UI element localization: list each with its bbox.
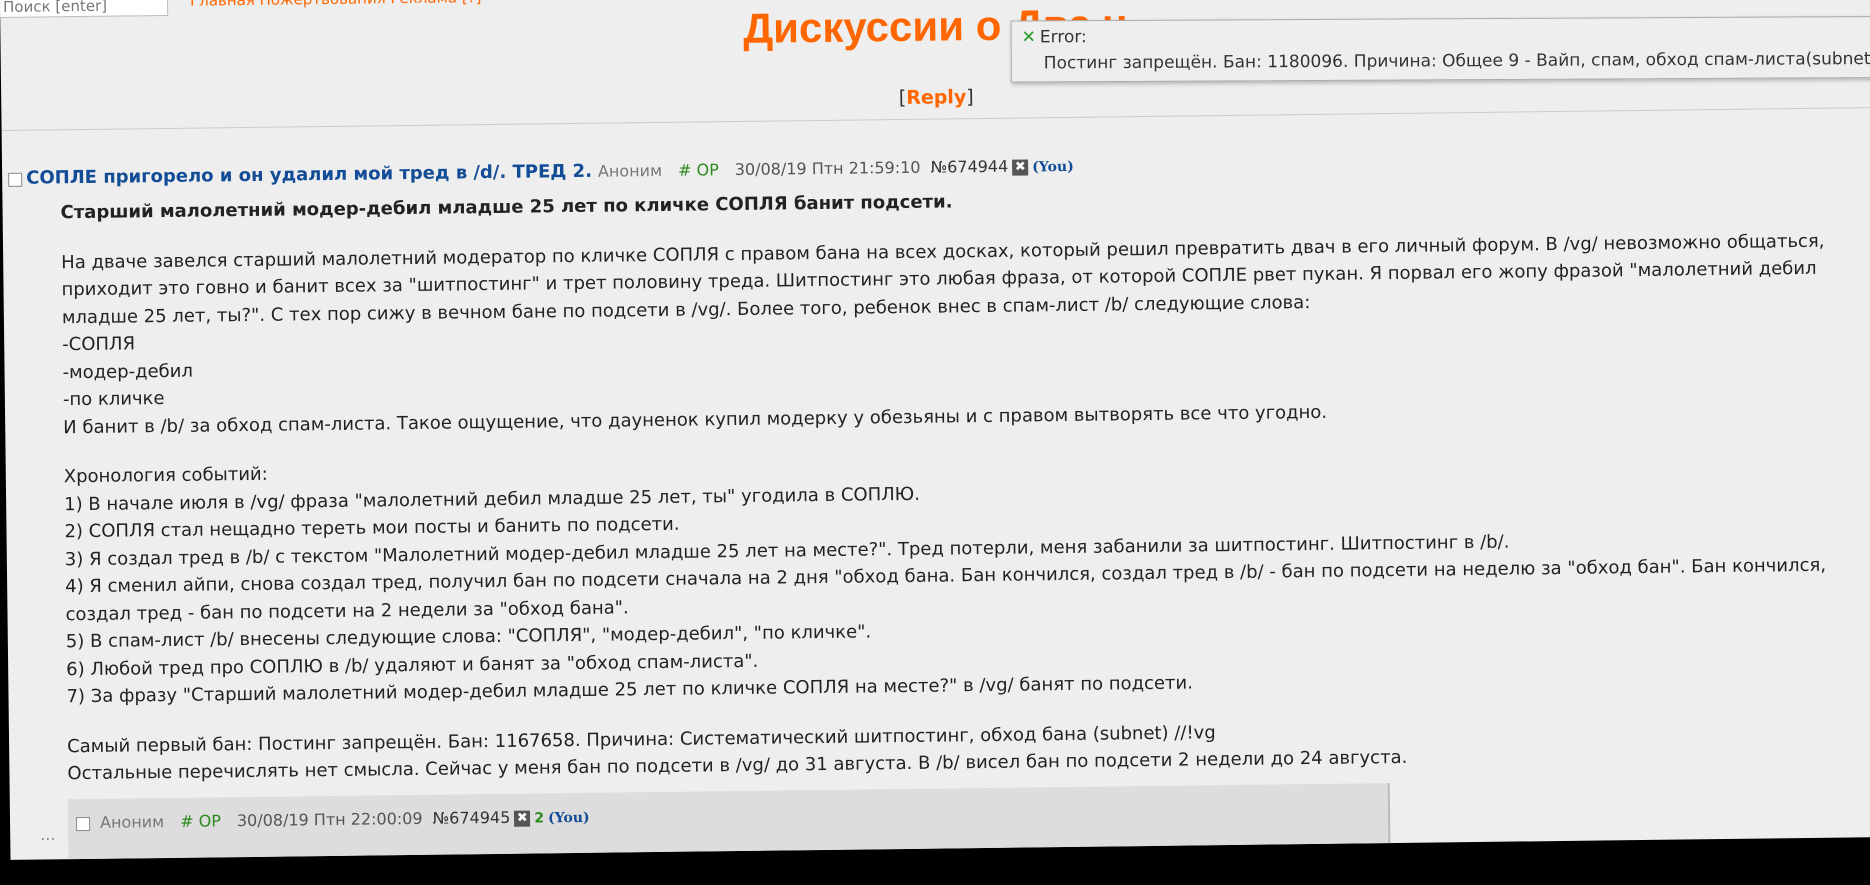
reply-link[interactable]: Reply <box>906 86 966 109</box>
reply-count: 2 <box>534 810 545 827</box>
post-date: 30/08/19 Птн 21:59:10 <box>734 157 921 180</box>
error-popup: ✕ Error: Постинг запрещён. Бан: 1180096. … <box>1010 15 1870 83</box>
op-post-body: Старший малолетний модер-дебил младше 25… <box>60 178 1847 788</box>
page: Поиск [enter] Главная Пожертвования Рекл… <box>0 0 1870 860</box>
post-checkbox[interactable] <box>75 816 91 831</box>
close-icon[interactable]: ✕ <box>1022 27 1036 47</box>
poster-name: Аноним <box>597 160 663 181</box>
error-label: Error: <box>1039 27 1087 48</box>
op-tag: # OP <box>677 160 719 180</box>
bracket-close: ] <box>966 86 974 109</box>
post-menu-icon[interactable]: ✖ <box>1012 158 1029 176</box>
op-post-header: СОПЛЕ пригорело и он удалил мой тред в /… <box>8 155 1074 189</box>
reply-post-header: Аноним # OP 30/08/19 Птн 22:00:09 №674945 ✖ 2… <box>75 807 590 832</box>
you-label: (You) <box>547 809 590 827</box>
post-subject: СОПЛЕ пригорело и он удалил мой тред в /… <box>26 160 593 189</box>
error-header: ✕ Error: <box>1022 27 1087 47</box>
post-checkbox[interactable] <box>8 172 23 187</box>
error-message: Постинг запрещён. Бан: 1180096. Причина:… <box>1043 49 1870 74</box>
reply-link-line: [Reply] <box>1 75 1870 120</box>
post-number[interactable]: №674945 <box>432 808 510 828</box>
post-menu-icon[interactable]: ✖ <box>514 810 531 827</box>
op-tag: # OP <box>180 811 222 831</box>
post-date: 30/08/19 Птн 22:00:09 <box>236 808 423 831</box>
reply-dots: ··· <box>40 829 56 849</box>
you-label: (You) <box>1032 158 1074 176</box>
reply-post: Аноним # OP 30/08/19 Птн 22:00:09 №674945 ✖ 2… <box>67 783 1391 860</box>
poster-name: Аноним <box>99 812 165 832</box>
post-number[interactable]: №674944 <box>930 157 1008 177</box>
